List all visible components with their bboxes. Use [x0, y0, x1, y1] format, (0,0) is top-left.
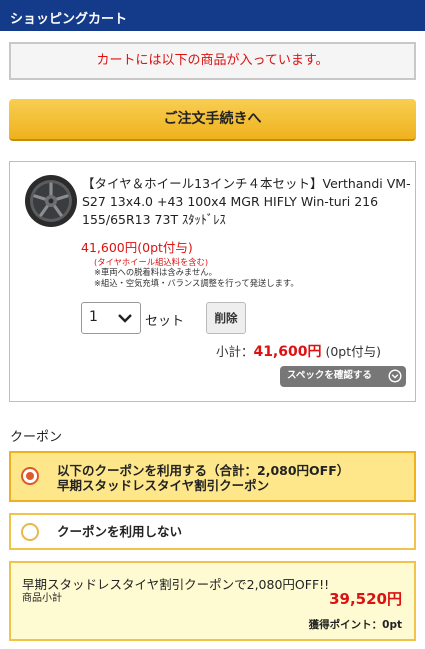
earned-points: 獲得ポイント：0pt: [309, 617, 402, 632]
radio-selected-icon[interactable]: [21, 467, 39, 485]
discount-message: 早期スタッドレスタイヤ割引クーポンで2,080円OFF!!: [22, 577, 330, 592]
spec-button-label: スペックを確認する: [287, 370, 372, 381]
quantity-unit: セット: [145, 314, 185, 329]
wheel-image: [25, 175, 77, 227]
summary-subtotal-label: 商品小計: [22, 593, 62, 604]
chevron-down-icon: [118, 314, 132, 323]
subtotal-points: (0pt付与): [321, 344, 381, 359]
points-value: 0pt: [382, 619, 402, 631]
shipping-note: ※組込・空気充填・バランス調整を行って発送します。: [94, 278, 299, 288]
coupon-use-label: 以下のクーポンを利用する（合計：2,080円OFF）: [57, 463, 350, 478]
subtotal-label: 小計：: [215, 344, 254, 359]
delete-button[interactable]: 削除: [206, 302, 246, 334]
page-header: ショッピングカート: [0, 0, 425, 31]
radio-unselected-icon[interactable]: [21, 523, 39, 541]
summary-subtotal-value: 39,520円: [329, 590, 402, 608]
subtotal-amount: 41,600円: [253, 344, 322, 360]
item-subtotal: 小計：41,600円 (0pt付与): [216, 341, 381, 361]
coupon-heading: クーポン: [10, 430, 63, 445]
circle-chevron-down-icon: [388, 369, 402, 383]
coupon-none-label: クーポンを利用しない: [57, 524, 183, 539]
product-title[interactable]: 【タイヤ＆ホイール13インチ４本セット】Verthandi VM-S27 13x…: [82, 175, 412, 229]
points-label: 獲得ポイント：: [308, 619, 383, 631]
quantity-select[interactable]: 1: [81, 302, 141, 334]
view-spec-button[interactable]: スペックを確認する: [280, 366, 406, 387]
checkout-button[interactable]: ご注文手続きへ: [9, 99, 416, 141]
coupon-name: 早期スタッドレスタイヤ割引クーポン: [57, 478, 270, 493]
cart-item: 【タイヤ＆ホイール13インチ４本セット】Verthandi VM-S27 13x…: [9, 161, 416, 402]
page-title: ショッピングカート: [10, 12, 128, 27]
order-summary: 早期スタッドレスタイヤ割引クーポンで2,080円OFF!! 商品小計 39,52…: [9, 561, 416, 641]
coupon-option-none[interactable]: クーポンを利用しない: [9, 513, 416, 550]
coupon-option-use[interactable]: 以下のクーポンを利用する（合計：2,080円OFF） 早期スタッドレスタイヤ割引…: [9, 451, 416, 502]
cart-notice: カートには以下の商品が入っています。: [9, 42, 416, 80]
product-price: 41,600円(0pt付与): [81, 240, 193, 255]
quantity-value: 1: [89, 309, 98, 325]
